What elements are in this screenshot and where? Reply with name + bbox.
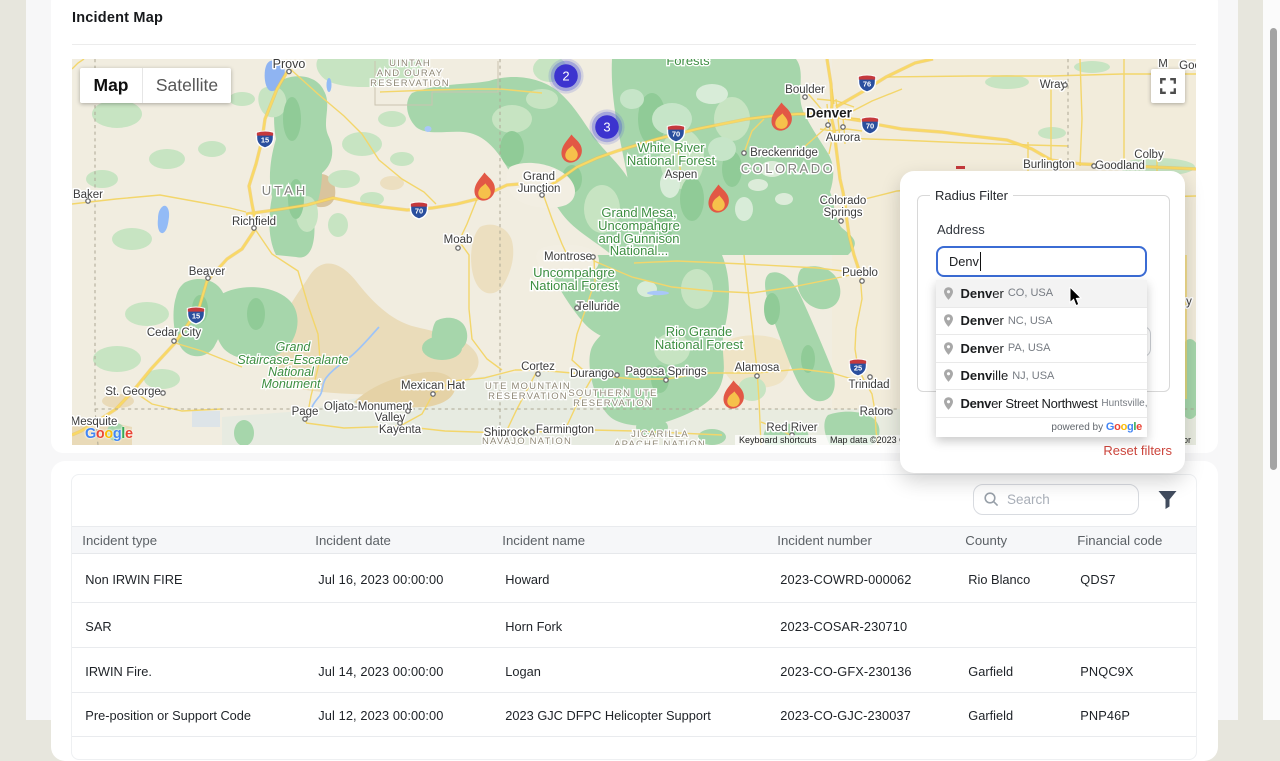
svg-text:Keyboard shortcuts: Keyboard shortcuts [739, 435, 817, 445]
svg-text:Alamosa: Alamosa [735, 362, 780, 374]
svg-text:70: 70 [672, 130, 680, 139]
svg-text:National Forest: National Forest [627, 153, 716, 168]
svg-text:Grand: Grand [523, 171, 555, 183]
svg-text:NAVAJO NATION: NAVAJO NATION [482, 436, 572, 445]
svg-text:Aspen: Aspen [665, 169, 698, 181]
svg-text:15: 15 [192, 312, 200, 321]
svg-text:Montrose: Montrose [544, 251, 592, 263]
svg-text:Map data ©2023 G: Map data ©2023 G [830, 435, 906, 445]
svg-text:Cedar City: Cedar City [147, 327, 202, 339]
svg-text:Aurora: Aurora [826, 132, 861, 144]
svg-text:70: 70 [866, 122, 874, 131]
svg-text:Junction: Junction [518, 183, 561, 195]
svg-text:Colorado: Colorado [820, 195, 867, 207]
svg-text:Telluride: Telluride [577, 301, 620, 313]
svg-text:Trinidad: Trinidad [848, 379, 889, 391]
svg-text:National Forest: National Forest [530, 278, 619, 293]
svg-text:3: 3 [603, 120, 610, 135]
svg-text:Breckenridge: Breckenridge [750, 147, 818, 159]
svg-text:Forests: Forests [666, 59, 710, 68]
svg-text:St. George: St. George [105, 386, 161, 398]
svg-text:Grand: Grand [276, 340, 312, 354]
svg-text:25: 25 [854, 364, 862, 373]
svg-text:Mexican Hat: Mexican Hat [401, 380, 466, 392]
svg-text:15: 15 [261, 136, 269, 145]
svg-text:Pagosa Springs: Pagosa Springs [625, 366, 706, 378]
svg-text:Durango: Durango [570, 368, 614, 380]
svg-text:Monument: Monument [261, 377, 321, 391]
svg-text:76: 76 [863, 80, 871, 89]
svg-text:70: 70 [415, 207, 423, 216]
svg-text:National Forest: National Forest [655, 337, 744, 352]
svg-text:Pueblo: Pueblo [842, 267, 878, 279]
svg-text:Denver: Denver [806, 106, 853, 121]
svg-text:Colby: Colby [1134, 149, 1164, 161]
svg-text:COLORADO: COLORADO [741, 161, 835, 176]
svg-text:RESERVATION: RESERVATION [370, 78, 450, 89]
svg-text:RESERVATION: RESERVATION [573, 398, 653, 409]
svg-text:National...: National... [610, 243, 669, 258]
svg-text:y: y [1186, 296, 1192, 308]
svg-text:Moab: Moab [444, 234, 473, 246]
svg-text:Burlington: Burlington [1023, 159, 1075, 171]
svg-text:UTAH: UTAH [262, 183, 308, 198]
svg-text:APACHE NATION: APACHE NATION [614, 439, 706, 445]
svg-text:Springs: Springs [824, 207, 863, 219]
svg-text:Farmington: Farmington [536, 424, 594, 436]
svg-text:2: 2 [562, 69, 569, 84]
svg-text:Raton: Raton [860, 406, 891, 418]
svg-text:RESERVATION: RESERVATION [488, 391, 568, 402]
